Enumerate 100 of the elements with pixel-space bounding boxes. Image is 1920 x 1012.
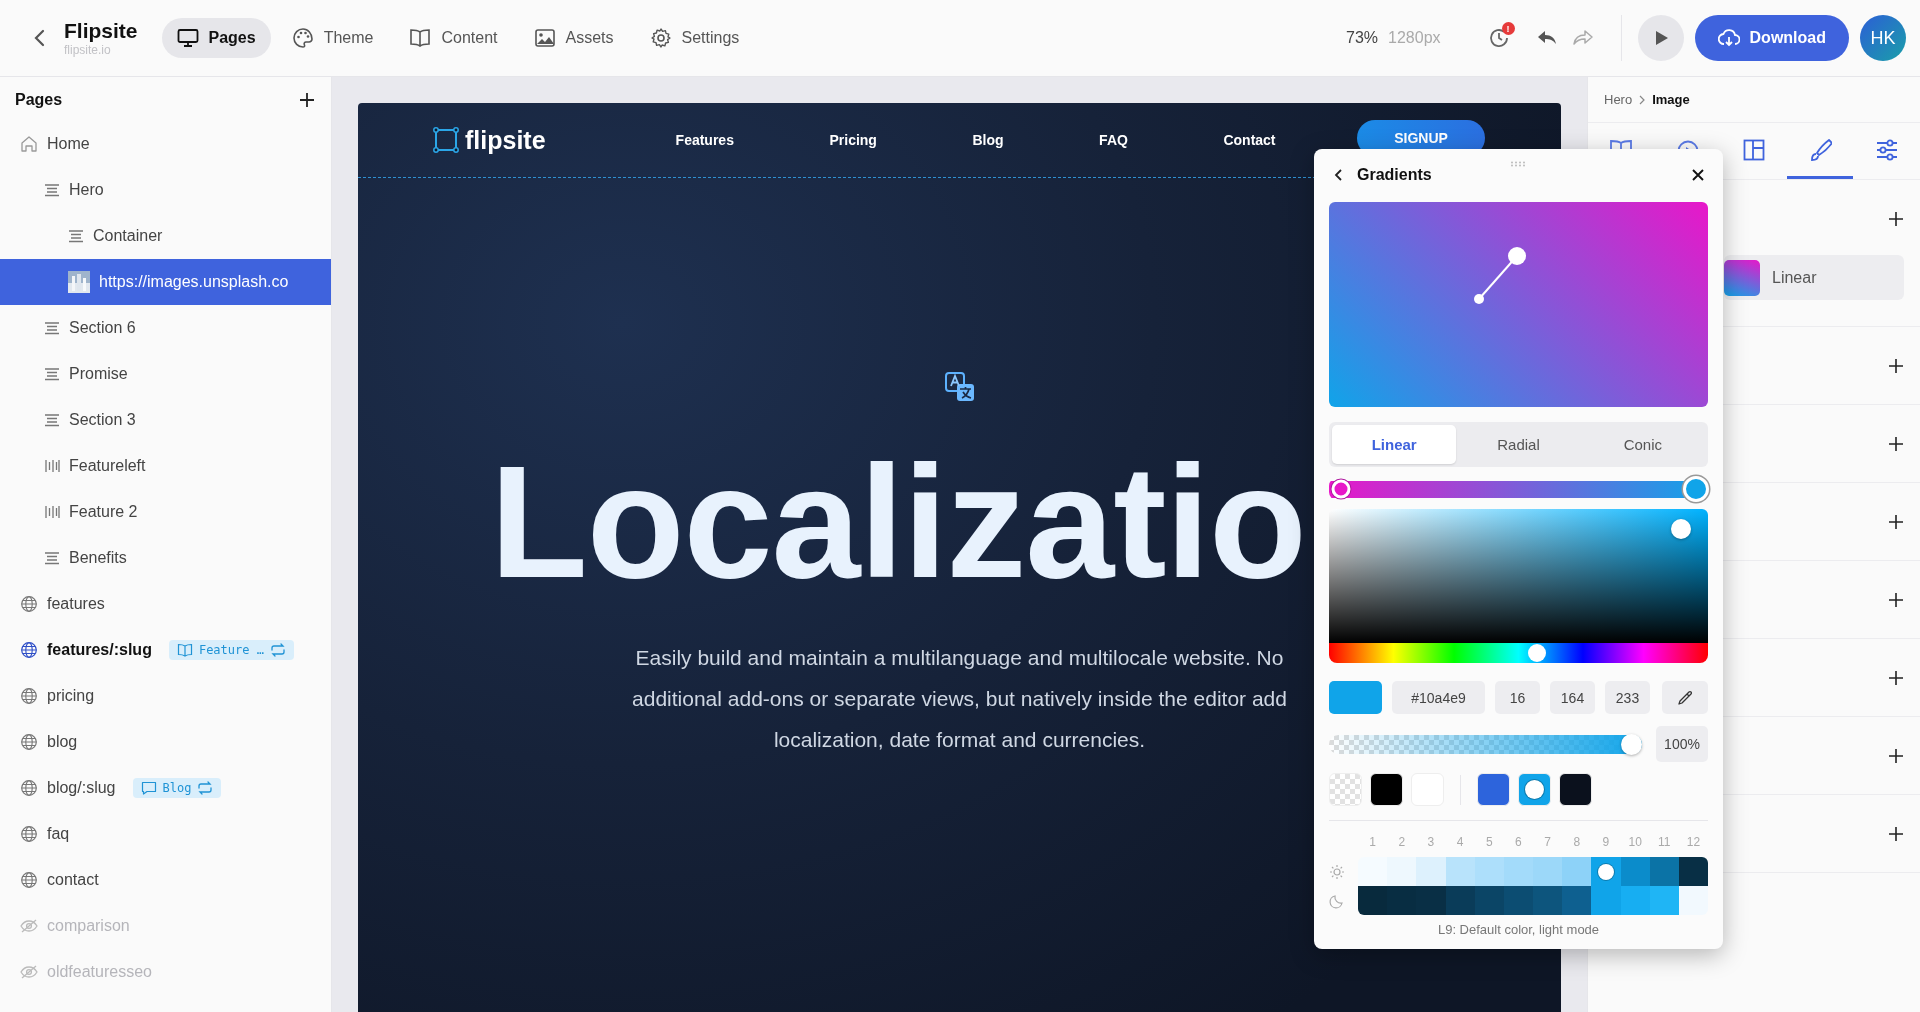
- page-tree-item[interactable]: Home: [0, 121, 331, 167]
- eyedropper-button[interactable]: [1662, 681, 1708, 714]
- breadcrumb-item[interactable]: Image: [1652, 92, 1690, 107]
- page-tree-item[interactable]: features: [0, 581, 331, 627]
- palette-color-cell[interactable]: [1562, 857, 1592, 886]
- gradient-type-tab[interactable]: Radial: [1456, 425, 1581, 464]
- opacity-slider-thumb[interactable]: [1621, 733, 1642, 755]
- breadcrumb-item[interactable]: Hero: [1604, 92, 1633, 107]
- site-nav-link[interactable]: Blog: [972, 132, 1004, 148]
- page-tree-item[interactable]: Feature 2: [0, 489, 331, 535]
- palette-color-cell[interactable]: [1678, 886, 1708, 915]
- palette-color-cell[interactable]: [1649, 886, 1679, 915]
- page-tree-item[interactable]: Section 3: [0, 397, 331, 443]
- page-tree-item[interactable]: Benefits: [0, 535, 331, 581]
- palette-color-cell[interactable]: [1358, 886, 1388, 915]
- page-name: Container: [93, 227, 163, 245]
- color-swatch[interactable]: [1329, 773, 1362, 806]
- add-icon[interactable]: [1888, 358, 1904, 374]
- palette-color-cell[interactable]: [1358, 857, 1388, 886]
- gradient-layer[interactable]: Linear: [1724, 255, 1904, 300]
- color-swatch[interactable]: [1370, 773, 1403, 806]
- site-nav-link[interactable]: Features: [675, 132, 734, 148]
- rgb-value-field[interactable]: 233: [1605, 681, 1650, 714]
- site-nav-link[interactable]: Pricing: [829, 132, 877, 148]
- palette-color-cell[interactable]: [1649, 857, 1679, 886]
- hue-slider-thumb[interactable]: [1528, 644, 1547, 662]
- site-nav-link[interactable]: FAQ: [1099, 132, 1128, 148]
- opacity-slider[interactable]: [1329, 734, 1642, 754]
- add-icon[interactable]: [1888, 436, 1904, 452]
- rgb-value-field[interactable]: 16: [1495, 681, 1540, 714]
- page-tree-item[interactable]: Hero: [0, 167, 331, 213]
- hex-field[interactable]: #10a4e9: [1392, 681, 1485, 714]
- palette-color-cell[interactable]: [1533, 857, 1563, 886]
- page-tree-item[interactable]: Section 6: [0, 305, 331, 351]
- page-tree-item[interactable]: Featureleft: [0, 443, 331, 489]
- color-swatch[interactable]: [1477, 773, 1510, 806]
- palette-color-cell[interactable]: [1620, 886, 1650, 915]
- palette-color-cell[interactable]: [1474, 857, 1504, 886]
- rgb-value-field[interactable]: 164: [1550, 681, 1595, 714]
- page-tree-item[interactable]: contact: [0, 857, 331, 903]
- download-button[interactable]: Download: [1694, 15, 1849, 61]
- palette-color-cell[interactable]: [1474, 886, 1504, 915]
- gradient-stop-handle[interactable]: [1683, 476, 1709, 502]
- add-icon[interactable]: [1888, 514, 1904, 530]
- palette-color-cell[interactable]: [1416, 886, 1446, 915]
- add-icon[interactable]: [1888, 748, 1904, 764]
- add-icon[interactable]: [1888, 826, 1904, 842]
- add-icon[interactable]: [1888, 592, 1904, 608]
- page-tree-item[interactable]: blog: [0, 719, 331, 765]
- palette-color-cell[interactable]: [1678, 857, 1708, 886]
- nav-tab[interactable]: Pages: [161, 18, 271, 58]
- palette-step-number: 3: [1426, 835, 1436, 851]
- page-tree-item[interactable]: Container: [0, 213, 331, 259]
- nav-tab[interactable]: Settings: [634, 18, 755, 58]
- add-icon[interactable]: [1888, 670, 1904, 686]
- palette-color-cell[interactable]: [1503, 886, 1534, 915]
- nav-tab[interactable]: Theme: [276, 18, 389, 58]
- site-logo[interactable]: flipsite: [465, 125, 546, 155]
- palette-color-cell[interactable]: [1387, 886, 1417, 915]
- gradient-stops-slider[interactable]: [1329, 477, 1708, 501]
- page-tree-item[interactable]: pricing: [0, 673, 331, 719]
- color-swatch[interactable]: [1559, 773, 1592, 806]
- lines-icon: [44, 551, 60, 565]
- palette-color-cell[interactable]: [1445, 857, 1475, 886]
- page-tree-item[interactable]: features/:slug Feature …: [0, 627, 331, 673]
- palette-color-cell[interactable]: [1562, 886, 1592, 915]
- page-tree-item[interactable]: blog/:slug Blog: [0, 765, 331, 811]
- book-icon: [1609, 139, 1634, 150]
- page-tree-item[interactable]: faq: [0, 811, 331, 857]
- page-name: https://images.unsplash.co: [99, 273, 289, 291]
- nav-tab[interactable]: Assets: [518, 18, 629, 58]
- palette-color-cell[interactable]: [1503, 857, 1534, 886]
- page-tree-item[interactable]: Promise: [0, 351, 331, 397]
- palette-color-cell[interactable]: [1591, 886, 1621, 915]
- user-avatar[interactable]: HK: [1860, 15, 1906, 61]
- palette-color-cell[interactable]: [1533, 886, 1563, 915]
- preview-button[interactable]: [1637, 15, 1684, 61]
- opacity-field[interactable]: 100%: [1656, 726, 1708, 762]
- history-button[interactable]: !: [1480, 20, 1517, 56]
- color-field[interactable]: [1329, 509, 1708, 643]
- palette-color-cell[interactable]: [1387, 857, 1417, 886]
- page-tree-item[interactable]: https://images.unsplash.co: [0, 259, 331, 305]
- drag-handle-icon[interactable]: [1510, 161, 1528, 167]
- palette-step-number: 6: [1514, 835, 1523, 851]
- add-icon[interactable]: [299, 92, 315, 108]
- hue-slider[interactable]: [1329, 643, 1708, 663]
- nav-tab[interactable]: Content: [394, 18, 513, 58]
- site-nav-link[interactable]: Contact: [1223, 132, 1276, 148]
- gradient-stop-handle[interactable]: [1331, 479, 1351, 499]
- gradient-type-tab[interactable]: Linear: [1332, 425, 1457, 464]
- page-name: Benefits: [69, 549, 127, 567]
- palette-color-cell[interactable]: [1445, 886, 1475, 915]
- color-field-handle[interactable]: [1671, 519, 1692, 539]
- palette-color-cell[interactable]: [1416, 857, 1446, 886]
- color-swatch[interactable]: [1518, 773, 1551, 806]
- add-icon[interactable]: [1888, 211, 1904, 227]
- globe-icon: [20, 595, 38, 613]
- gradient-type-tab[interactable]: Conic: [1580, 425, 1705, 464]
- palette-color-cell[interactable]: [1620, 857, 1650, 886]
- palette-color-cell[interactable]: [1591, 857, 1621, 886]
